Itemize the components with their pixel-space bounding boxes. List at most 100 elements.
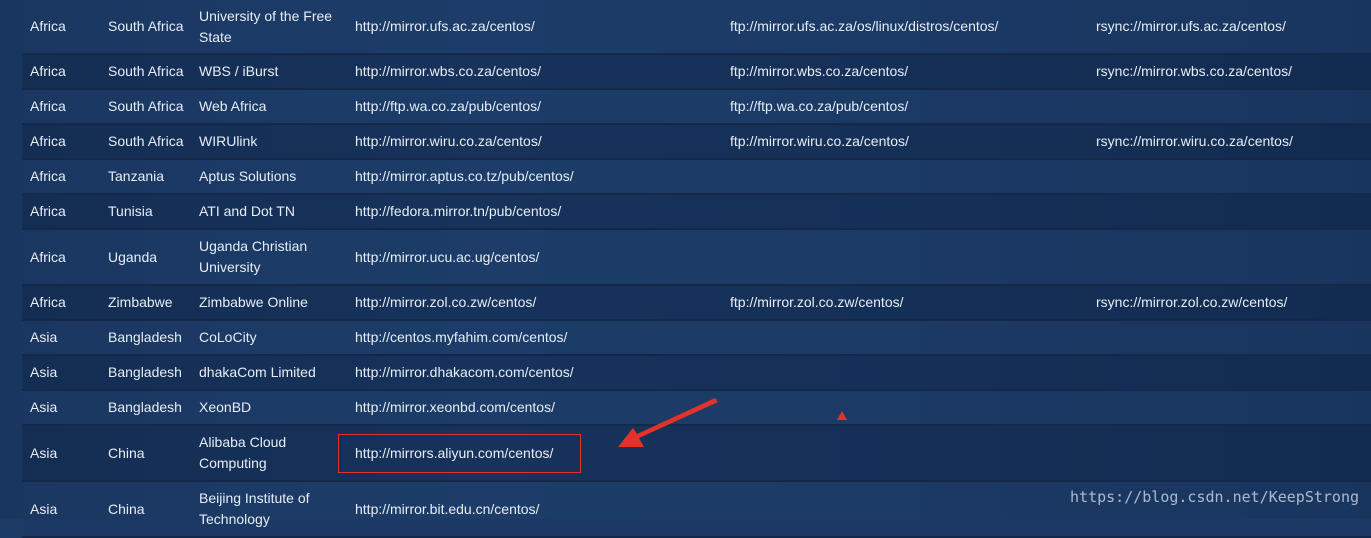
ftp-url-link[interactable]: ftp://mirror.wiru.co.za/centos/	[730, 133, 909, 149]
table-row: Asia Bangladesh dhakaCom Limited http://mir…	[22, 355, 1371, 390]
mirror-name-cell: CoLoCity	[199, 329, 257, 345]
http-url-link[interactable]: http://mirror.dhakacom.com/centos/	[355, 364, 574, 380]
table-row: Africa South Africa Web Africa http://ftp.w…	[22, 89, 1371, 124]
highlight-box	[338, 434, 581, 473]
rsync-url-cell	[1088, 229, 1371, 285]
rsync-url-link[interactable]: rsync://mirror.wbs.co.za/centos/	[1096, 63, 1292, 79]
ftp-url-link[interactable]: ftp://mirror.zol.co.zw/centos/	[730, 294, 904, 310]
http-url-cell: http://mirror.wbs.co.za/centos/	[347, 54, 722, 89]
table-row: Africa South Africa University of the Free…	[22, 0, 1371, 54]
country-cell: Bangladesh	[108, 364, 182, 380]
watermark: https://blog.csdn.net/KeepStrong	[1070, 488, 1359, 506]
continent-cell: Asia	[30, 399, 58, 415]
ftp-url-cell: ftp://mirror.wbs.co.za/centos/	[722, 54, 1088, 89]
country-cell: Zimbabwe	[108, 294, 173, 310]
rsync-url-cell	[1088, 390, 1371, 425]
rsync-url-link[interactable]: rsync://mirror.zol.co.zw/centos/	[1096, 294, 1287, 310]
continent-cell: Africa	[30, 98, 66, 114]
ftp-url-cell	[722, 481, 1088, 537]
country-cell: China	[108, 444, 145, 461]
rsync-url-cell	[1088, 89, 1371, 124]
mirror-name-cell: XeonBD	[199, 399, 252, 415]
continent-cell: Africa	[30, 133, 66, 149]
mirror-list-table: Africa South Africa University of the Free…	[22, 0, 1371, 538]
ftp-url-link[interactable]: ftp://mirror.wbs.co.za/centos/	[730, 63, 908, 79]
continent-cell: Africa	[30, 203, 66, 219]
http-url-cell: http://fedora.mirror.tn/pub/centos/	[347, 194, 722, 229]
table-row: Asia Bangladesh XeonBD http://mirror.xeonbd…	[22, 390, 1371, 425]
continent-cell: Africa	[30, 294, 66, 310]
continent-cell: Africa	[30, 248, 66, 265]
http-url-cell: http://mirror.bit.edu.cn/centos/	[347, 481, 722, 537]
mirror-name-cell: Beijing Institute of Technology	[199, 490, 310, 527]
ftp-url-cell: ftp://mirror.ufs.ac.za/os/linux/distros/…	[722, 0, 1088, 54]
ftp-url-cell: ftp://mirror.wiru.co.za/centos/	[722, 124, 1088, 159]
ftp-url-link[interactable]: ftp://ftp.wa.co.za/pub/centos/	[730, 98, 908, 114]
table-row: Asia Bangladesh CoLoCity http://centos.myfa…	[22, 320, 1371, 355]
country-cell: South Africa	[108, 18, 184, 34]
http-url-link[interactable]: http://mirror.zol.co.zw/centos/	[355, 294, 536, 310]
rsync-url-cell	[1088, 194, 1371, 229]
continent-cell: Africa	[30, 168, 66, 184]
http-url-link[interactable]: http://ftp.wa.co.za/pub/centos/	[355, 98, 541, 114]
table-row: Africa Tanzania Aptus Solutions http://mirr…	[22, 159, 1371, 194]
rsync-url-cell	[1088, 425, 1371, 481]
mirror-name-cell: Web Africa	[199, 98, 267, 114]
rsync-url-cell: rsync://mirror.zol.co.zw/centos/	[1088, 285, 1371, 320]
http-url-link[interactable]: http://mirror.xeonbd.com/centos/	[355, 399, 555, 415]
continent-cell: Africa	[30, 63, 66, 79]
mirror-name-cell: Uganda Christian University	[199, 238, 308, 275]
ftp-url-cell	[722, 159, 1088, 194]
country-cell: South Africa	[108, 98, 184, 114]
ftp-url-cell	[722, 355, 1088, 390]
mirror-name-cell: WIRUlink	[199, 133, 258, 149]
rsync-url-cell: rsync://mirror.ufs.ac.za/centos/	[1088, 0, 1371, 54]
mirror-table-container: Africa South Africa University of the Free…	[22, 0, 1371, 538]
mirror-name-cell: Aptus Solutions	[199, 168, 297, 184]
rsync-url-cell	[1088, 159, 1371, 194]
rsync-url-cell: rsync://mirror.wbs.co.za/centos/	[1088, 54, 1371, 89]
table-row: Africa South Africa WBS / iBurst http://mir…	[22, 54, 1371, 89]
rsync-url-link[interactable]: rsync://mirror.ufs.ac.za/centos/	[1096, 18, 1286, 34]
mirror-table-body: Africa South Africa University of the Free…	[22, 0, 1371, 537]
table-row: Africa South Africa WIRUlink http://mirror.…	[22, 124, 1371, 159]
mirror-name-cell: ATI and Dot TN	[199, 203, 295, 219]
http-url-cell: http://mirror.xeonbd.com/centos/	[347, 390, 722, 425]
http-url-cell: http://ftp.wa.co.za/pub/centos/	[347, 89, 722, 124]
http-url-link[interactable]: http://mirror.wbs.co.za/centos/	[355, 63, 541, 79]
http-url-cell: http://mirror.zol.co.zw/centos/	[347, 285, 722, 320]
table-row: Africa Tunisia ATI and Dot TN http://fedora…	[22, 194, 1371, 229]
http-url-cell: http://mirror.wiru.co.za/centos/	[347, 124, 722, 159]
country-cell: South Africa	[108, 63, 184, 79]
ftp-url-cell: ftp://mirror.zol.co.zw/centos/	[722, 285, 1088, 320]
http-url-link[interactable]: http://fedora.mirror.tn/pub/centos/	[355, 203, 561, 219]
table-row: Africa Zimbabwe Zimbabwe Online http://mirr…	[22, 285, 1371, 320]
continent-cell: Asia	[30, 500, 58, 517]
rsync-url-cell	[1088, 355, 1371, 390]
mirror-name-cell: WBS / iBurst	[199, 63, 279, 79]
ftp-url-cell: ftp://ftp.wa.co.za/pub/centos/	[722, 89, 1088, 124]
country-cell: Bangladesh	[108, 329, 182, 345]
http-url-link[interactable]: http://mirror.ufs.ac.za/centos/	[355, 18, 535, 34]
country-cell: Uganda	[108, 248, 158, 265]
mirror-name-cell: dhakaCom Limited	[199, 364, 316, 380]
http-url-cell: http://mirror.dhakacom.com/centos/	[347, 355, 722, 390]
mirror-name-cell: Alibaba Cloud Computing	[199, 434, 287, 471]
rsync-url-link[interactable]: rsync://mirror.wiru.co.za/centos/	[1096, 133, 1293, 149]
mirror-name-cell: Zimbabwe Online	[199, 294, 308, 310]
http-url-link[interactable]: http://mirror.wiru.co.za/centos/	[355, 133, 542, 149]
mirror-name-cell: University of the Free State	[199, 7, 333, 45]
ftp-url-link[interactable]: ftp://mirror.ufs.ac.za/os/linux/distros/…	[730, 18, 998, 34]
ftp-url-cell	[722, 194, 1088, 229]
http-url-link[interactable]: http://mirror.bit.edu.cn/centos/	[355, 501, 539, 517]
table-row: Africa Uganda Uganda Christian University h…	[22, 229, 1371, 285]
http-url-cell: http://mirror.ucu.ac.ug/centos/	[347, 229, 722, 285]
http-url-cell: http://mirror.ufs.ac.za/centos/	[347, 0, 722, 54]
http-url-link[interactable]: http://mirror.ucu.ac.ug/centos/	[355, 249, 539, 265]
table-row: Asia China Alibaba Cloud Computing http://m…	[22, 425, 1371, 481]
http-url-link[interactable]: http://mirror.aptus.co.tz/pub/centos/	[355, 168, 574, 184]
http-url-cell: http://mirror.aptus.co.tz/pub/centos/	[347, 159, 722, 194]
ftp-url-cell	[722, 390, 1088, 425]
http-url-link[interactable]: http://centos.myfahim.com/centos/	[355, 329, 567, 345]
ftp-url-cell	[722, 425, 1088, 481]
